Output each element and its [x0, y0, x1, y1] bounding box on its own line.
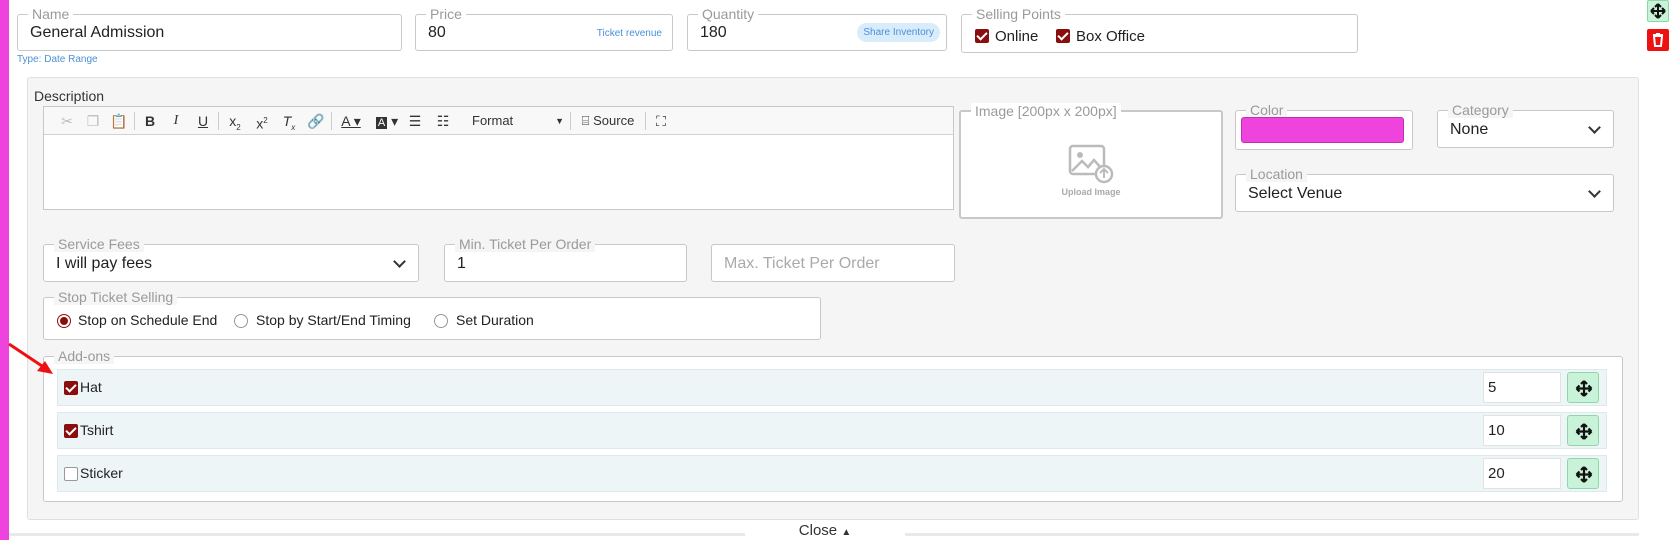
box-office-checkbox[interactable] — [1056, 29, 1070, 43]
drag-handle-icon[interactable] — [1567, 415, 1599, 446]
color-label: Color — [1246, 102, 1288, 118]
online-checkbox[interactable] — [975, 29, 989, 43]
stop-selling-label: Stop Ticket Selling — [54, 289, 178, 305]
move-icon — [1650, 3, 1666, 19]
source-icon: ⌸ — [581, 113, 590, 128]
hat-quantity-input[interactable]: 5 — [1483, 372, 1561, 403]
close-label: Close — [798, 522, 838, 539]
source-button[interactable]: ⌸ Source — [577, 111, 639, 131]
color-swatch[interactable] — [1241, 117, 1404, 143]
description-label: Description — [34, 88, 105, 104]
paste-icon[interactable]: 📋 — [110, 111, 128, 131]
location-value: Select Venue — [1248, 185, 1343, 202]
image-upload-field[interactable]: Image [200px x 200px] Upload Image — [959, 103, 1223, 219]
chevron-down-icon — [1588, 121, 1601, 134]
stop-selling-field: Stop Ticket Selling Stop on Schedule End… — [43, 289, 821, 340]
image-upload-icon — [1068, 144, 1114, 184]
remove-format-icon[interactable]: Tx — [279, 111, 299, 132]
addon-row-sticker: Sticker 20 — [57, 455, 1607, 492]
service-fees-value: I will pay fees — [56, 255, 153, 272]
drag-handle-icon[interactable] — [1567, 372, 1599, 403]
ticket-accent-bar — [0, 0, 9, 540]
red-arrow-icon — [8, 342, 53, 374]
category-label: Category — [1448, 102, 1513, 118]
type-hint: Type: Date Range — [17, 54, 98, 65]
name-label: Name — [28, 6, 74, 22]
name-field[interactable]: Name General Admission — [17, 6, 402, 51]
hat-label: Hat — [80, 379, 102, 395]
min-ticket-value: 1 — [457, 255, 466, 272]
share-inventory-badge[interactable]: Share Inventory — [857, 23, 940, 42]
location-label: Location — [1246, 166, 1307, 182]
close-panel-button[interactable]: Close ▲ — [745, 520, 905, 540]
max-ticket-placeholder: Max. Ticket Per Order — [724, 255, 880, 272]
stop-schedule-end-label: Stop on Schedule End — [78, 312, 218, 328]
category-value: None — [1450, 121, 1489, 138]
cut-icon[interactable]: ✂ — [58, 111, 76, 131]
chevron-down-icon: ▼ — [555, 116, 564, 126]
chevron-down-icon — [1588, 185, 1601, 198]
stop-start-end-label: Stop by Start/End Timing — [256, 312, 411, 328]
set-duration-label: Set Duration — [456, 312, 534, 328]
max-ticket-input[interactable]: Max. Ticket Per Order — [711, 244, 955, 282]
numbered-list-icon[interactable]: ☰ — [406, 111, 424, 131]
tshirt-label: Tshirt — [80, 422, 114, 438]
subscript-icon[interactable]: x2 — [225, 111, 245, 132]
upload-image-label: Upload Image — [1061, 187, 1121, 197]
chevron-down-icon — [393, 255, 406, 268]
ticket-revenue-badge[interactable]: Ticket revenue — [597, 28, 662, 39]
min-ticket-label: Min. Ticket Per Order — [455, 236, 596, 252]
image-label: Image [200px x 200px] — [971, 103, 1121, 119]
editor-toolbar: ✂ ❐ 📋 B I U x2 x2 Tx 🔗 A ▾ A ▾ ☰ ☷ Forma… — [44, 107, 953, 135]
name-value: General Admission — [30, 24, 165, 41]
stop-start-end-radio[interactable] — [234, 314, 248, 328]
delete-ticket-button[interactable] — [1647, 29, 1669, 51]
superscript-icon[interactable]: x2 — [252, 111, 272, 132]
service-fees-select[interactable]: Service Fees I will pay fees — [43, 236, 419, 282]
quantity-label: Quantity — [698, 6, 759, 22]
sticker-checkbox[interactable] — [64, 467, 78, 481]
drag-handle-icon[interactable] — [1567, 458, 1599, 489]
underline-icon[interactable]: U — [194, 111, 212, 131]
set-duration-radio[interactable] — [434, 314, 448, 328]
trash-icon — [1652, 33, 1664, 47]
price-label: Price — [426, 6, 466, 22]
addon-row-tshirt: Tshirt 10 — [57, 412, 1607, 449]
online-label: Online — [995, 28, 1039, 45]
color-field[interactable]: Color — [1235, 102, 1413, 150]
service-fees-label: Service Fees — [54, 236, 144, 252]
addon-row-hat: Hat 5 — [57, 369, 1607, 406]
bold-icon[interactable]: B — [141, 111, 159, 131]
link-icon[interactable]: 🔗 — [306, 111, 326, 131]
source-label: Source — [593, 113, 635, 128]
background-color-icon[interactable]: A ▾ — [374, 111, 400, 131]
move-ticket-button[interactable] — [1647, 0, 1669, 22]
tshirt-checkbox[interactable] — [64, 424, 78, 438]
box-office-label: Box Office — [1076, 28, 1145, 45]
text-color-icon[interactable]: A ▾ — [338, 111, 364, 131]
stop-schedule-end-radio[interactable] — [57, 314, 71, 328]
selling-points-field: Selling Points Online Box Office — [961, 6, 1358, 53]
location-select[interactable]: Location Select Venue — [1235, 166, 1614, 212]
italic-icon[interactable]: I — [167, 111, 185, 131]
maximize-icon[interactable]: ⛶ — [652, 111, 670, 131]
category-select[interactable]: Category None — [1437, 102, 1614, 148]
sticker-quantity-input[interactable]: 20 — [1483, 458, 1561, 489]
quantity-value: 180 — [700, 24, 727, 41]
min-ticket-input[interactable]: Min. Ticket Per Order 1 — [444, 236, 687, 282]
format-dropdown[interactable]: Format ▼ — [464, 111, 564, 131]
copy-icon[interactable]: ❐ — [84, 111, 102, 131]
caret-up-icon: ▲ — [841, 527, 852, 538]
ticket-card: Name General Admission Type: Date Range … — [8, 0, 1639, 536]
quantity-field[interactable]: Quantity 180 Share Inventory — [687, 6, 947, 51]
price-field[interactable]: Price 80 Ticket revenue — [415, 6, 673, 51]
description-editor[interactable]: ✂ ❐ 📋 B I U x2 x2 Tx 🔗 A ▾ A ▾ ☰ ☷ Forma… — [43, 106, 954, 210]
sticker-label: Sticker — [80, 465, 123, 481]
selling-points-label: Selling Points — [972, 6, 1065, 22]
price-value: 80 — [428, 24, 446, 41]
format-label: Format — [472, 113, 514, 128]
tshirt-quantity-input[interactable]: 10 — [1483, 415, 1561, 446]
bullet-list-icon[interactable]: ☷ — [434, 111, 452, 131]
